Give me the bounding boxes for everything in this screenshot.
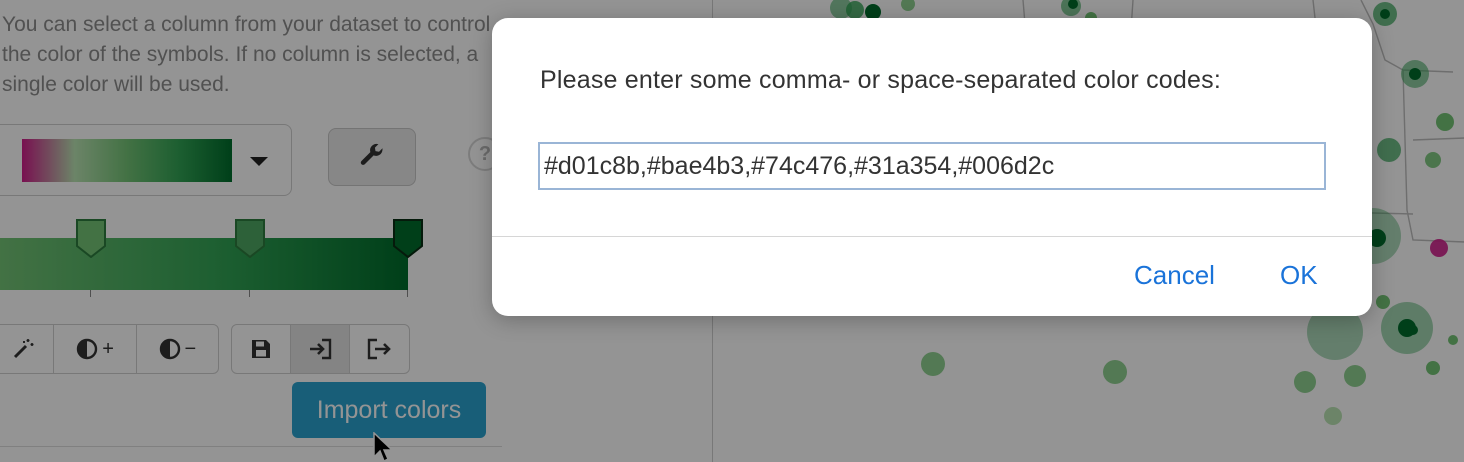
cancel-button[interactable]: Cancel: [1134, 260, 1215, 291]
ok-button[interactable]: OK: [1280, 260, 1318, 291]
dialog-divider: [492, 236, 1372, 237]
dialog-message: Please enter some comma- or space-separa…: [540, 66, 1221, 94]
color-codes-input[interactable]: [538, 142, 1326, 190]
color-codes-dialog: Please enter some comma- or space-separa…: [492, 18, 1372, 316]
